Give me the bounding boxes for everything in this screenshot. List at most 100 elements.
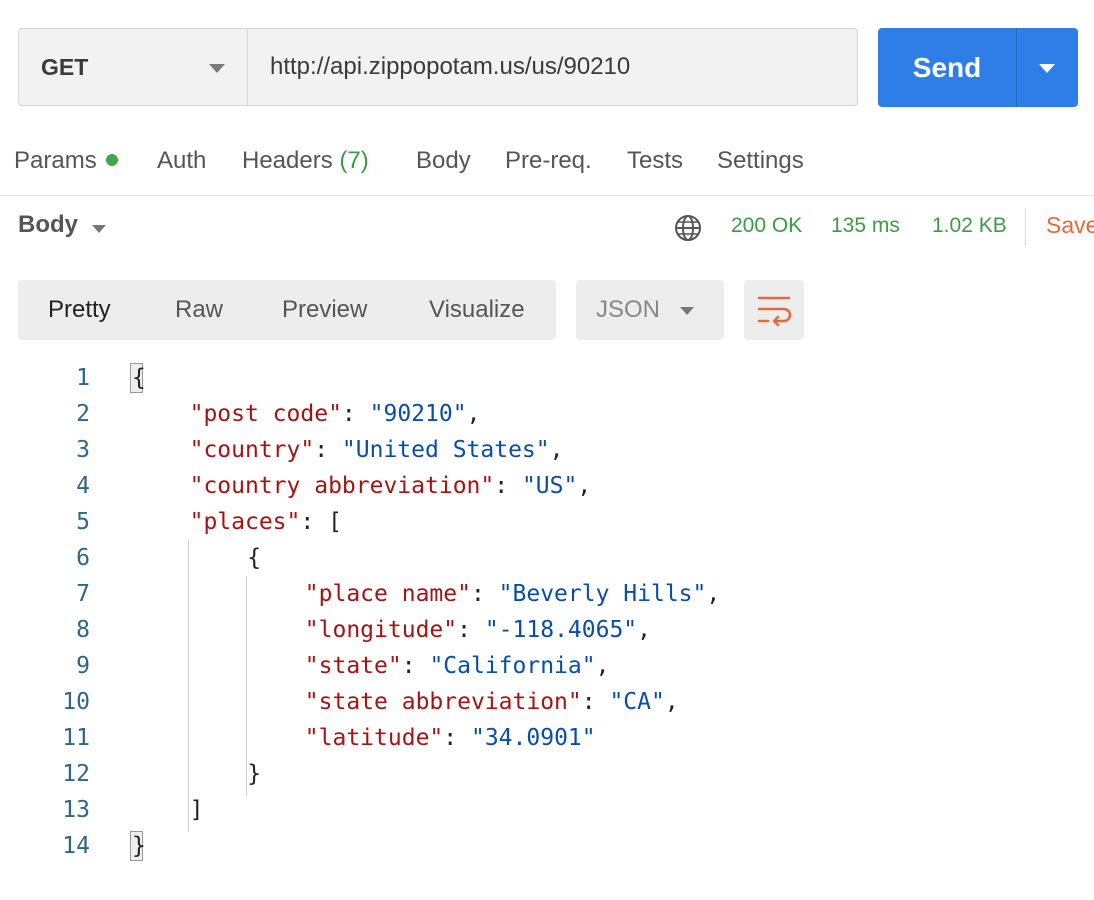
line-number: 10 [62,689,90,715]
json-key: "places" [189,509,301,535]
line-number: 4 [76,473,90,499]
method-select[interactable]: GET [18,28,248,106]
chevron-down-icon [92,225,106,233]
code-line: } [132,828,146,864]
code-line: { [132,360,146,396]
tab-auth[interactable]: Auth [157,147,206,175]
line-number: 5 [76,509,90,535]
json-string-value: "-118.4065" [484,617,638,643]
tab-label: Auth [157,147,207,174]
line-number: 7 [76,581,90,607]
json-punctuation: , [577,473,592,499]
view-mode-tabs: Pretty Raw Preview Visualize [18,280,556,340]
response-time: 135 ms [831,214,900,237]
code-line: "state": "California", [305,648,610,684]
json-string-value: "United States" [341,437,550,463]
json-punctuation: : [401,653,430,679]
json-punctuation: : [457,617,485,643]
line-number: 9 [76,653,90,679]
code-line: "country abbreviation": "US", [190,468,592,504]
tab-label: Tests [627,147,684,174]
code-line: "places": [ [190,504,342,540]
send-options-button[interactable] [1017,28,1078,107]
tab-raw[interactable]: Raw [175,296,223,324]
tab-label: Params [14,147,97,174]
chevron-down-icon [209,64,225,73]
code-line: "place name": "Beverly Hills", [305,576,720,612]
json-punctuation: : [470,581,499,607]
line-number: 13 [62,797,90,823]
url-input[interactable]: http://api.zippopotam.us/us/90210 [248,28,858,106]
json-punctuation: , [549,437,564,463]
json-string-value: "Beverly Hills" [498,581,707,607]
json-key: "latitude" [304,725,444,751]
json-string-value: "34.0901" [470,725,596,751]
code-line: "post code": "90210", [190,396,481,432]
response-size: 1.02 KB [932,214,1007,237]
line-number: 6 [76,545,90,571]
send-button[interactable]: Send [878,28,1016,107]
json-punctuation: { [132,365,146,391]
wrap-lines-button[interactable] [744,280,804,340]
json-punctuation: : [341,401,370,427]
save-response-button[interactable]: Save [1046,212,1094,239]
tab-visualize[interactable]: Visualize [429,296,525,324]
json-punctuation: : [ [300,509,342,535]
status-dot-icon [105,154,118,166]
json-punctuation: : [314,437,342,463]
tab-label: Body [416,147,471,174]
json-punctuation: ] [189,797,204,823]
code-line: "country": "United States", [190,432,564,468]
globe-icon[interactable] [673,213,703,243]
json-key: "country abbreviation" [189,473,495,499]
line-number: 11 [62,725,90,751]
format-select[interactable]: JSON [576,280,724,340]
json-punctuation: , [466,401,481,427]
json-string-value: "California" [429,653,596,679]
json-string-value: "US" [521,473,578,499]
code-line: { [247,540,261,576]
tab-settings[interactable]: Settings [717,147,804,175]
json-punctuation: , [595,653,610,679]
tab-headers[interactable]: Headers (7) [242,147,369,175]
code-line: "longitude": "-118.4065", [305,612,651,648]
code-line: "latitude": "34.0901" [305,720,596,756]
json-string-value: "CA" [609,689,665,715]
json-key: "state" [304,653,402,679]
json-string-value: "90210" [369,401,467,427]
json-punctuation: { [247,545,262,571]
response-section-dropdown[interactable]: Body [18,211,78,239]
json-punctuation: } [132,833,146,859]
line-number: 3 [76,437,90,463]
json-punctuation: : [443,725,471,751]
tab-pretty[interactable]: Pretty [48,296,111,324]
json-key: "post code" [189,401,342,427]
chevron-down-icon [1039,64,1055,73]
json-punctuation: , [706,581,721,607]
line-number: 2 [76,401,90,427]
indent-guide [188,540,189,832]
line-number: 14 [62,833,90,859]
wrap-lines-icon [757,296,792,327]
json-punctuation: : [581,689,610,715]
json-key: "state abbreviation" [304,689,582,715]
headers-count: (7) [339,147,369,174]
json-punctuation: : [494,473,522,499]
tab-params[interactable]: Params [14,147,118,175]
json-punctuation: } [247,761,262,787]
tab-label: Headers [242,147,333,174]
tab-preview[interactable]: Preview [282,296,367,324]
tab-body[interactable]: Body [416,147,471,175]
status-badge: 200 OK [731,214,803,237]
format-label: JSON [596,296,661,323]
code-line: } [247,756,261,792]
json-punctuation: , [637,617,652,643]
chevron-down-icon [680,307,694,315]
code-line: ] [190,792,204,828]
code-line: "state abbreviation": "CA", [305,684,679,720]
send-button-group: Send [878,28,1078,107]
json-punctuation: , [664,689,679,715]
tab-pre-request[interactable]: Pre-req. [505,147,592,175]
divider [1025,208,1026,246]
tab-tests[interactable]: Tests [627,147,683,175]
